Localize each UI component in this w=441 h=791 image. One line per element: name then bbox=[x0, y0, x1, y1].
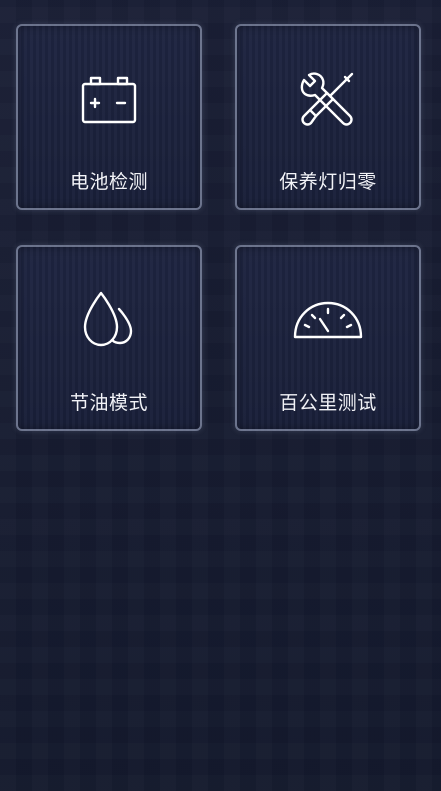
hundred-km-test-button[interactable]: 百公里测试 bbox=[235, 245, 421, 431]
maintenance-light-reset-label: 保养灯归零 bbox=[279, 171, 377, 193]
speedometer-icon bbox=[292, 285, 364, 357]
hundred-km-test-label: 百公里测试 bbox=[279, 392, 377, 414]
battery-icon bbox=[73, 64, 145, 136]
maintenance-light-reset-button[interactable]: 保养灯归零 bbox=[235, 24, 421, 210]
battery-test-button[interactable]: 电池检测 bbox=[16, 24, 202, 210]
wrench-screwdriver-icon bbox=[292, 64, 364, 136]
battery-test-label: 电池检测 bbox=[69, 171, 148, 193]
water-drops-icon bbox=[73, 285, 145, 357]
fuel-saving-mode-label: 节油模式 bbox=[69, 392, 148, 414]
fuel-saving-mode-button[interactable]: 节油模式 bbox=[16, 245, 202, 431]
